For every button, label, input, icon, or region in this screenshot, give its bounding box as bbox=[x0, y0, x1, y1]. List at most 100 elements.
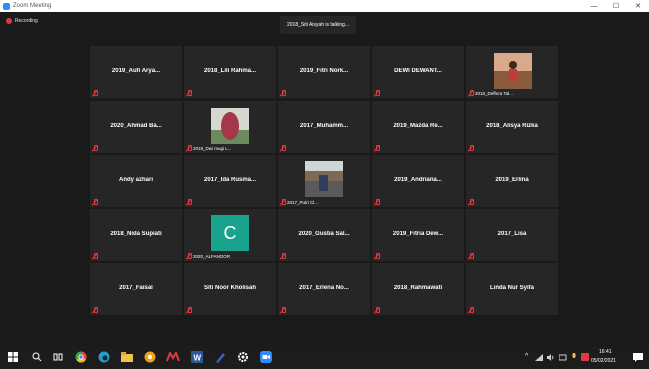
windows-taskbar: W ^ 16:41 05/02/2021 bbox=[0, 346, 649, 369]
recording-icon bbox=[6, 18, 12, 24]
participant-tile[interactable]: 2017_Erlena No... bbox=[278, 263, 370, 315]
participant-tile[interactable]: 2019_Fitri Nork... bbox=[278, 46, 370, 98]
participant-tile[interactable]: 2019_Mazda Re... bbox=[372, 101, 464, 153]
participant-tile[interactable]: 2017_Putri Cl... bbox=[278, 155, 370, 207]
participant-tile[interactable]: DEWI DEWANT... bbox=[372, 46, 464, 98]
participant-name: 2018_Lili Rahma... bbox=[203, 68, 257, 74]
window-titlebar: Zoom Meeting — ☐ ✕ bbox=[0, 0, 649, 12]
participant-name: 2019_Fitri Nork... bbox=[299, 68, 349, 74]
maximize-button[interactable]: ☐ bbox=[605, 0, 627, 12]
participant-tile[interactable]: 2019_Erlina bbox=[466, 155, 558, 207]
participant-name: 2020_Gustia Sal... bbox=[298, 231, 350, 237]
muted-mic-icon bbox=[186, 199, 192, 205]
word-icon[interactable]: W bbox=[190, 350, 204, 364]
muted-mic-icon bbox=[374, 145, 380, 151]
participant-tile[interactable]: 2018_Nida Supiati bbox=[90, 209, 182, 261]
battery-icon[interactable] bbox=[559, 354, 567, 361]
participant-name: 2019_Fitria Dew... bbox=[392, 231, 444, 237]
minimize-button[interactable]: — bbox=[583, 0, 605, 12]
profile-photo bbox=[305, 161, 343, 197]
participant-name: 2017_Erlena No... bbox=[299, 285, 349, 291]
muted-mic-icon bbox=[280, 145, 286, 151]
participant-tile[interactable]: C 2020_ALFANOOR bbox=[184, 209, 276, 261]
meeting-area: Recording 2018_Siti Aisyah is talking...… bbox=[0, 12, 649, 346]
participant-tile[interactable]: 2018_Alisya Rizka bbox=[466, 101, 558, 153]
zoom-app-icon bbox=[3, 2, 10, 10]
muted-mic-icon bbox=[186, 253, 192, 259]
muted-mic-icon bbox=[468, 199, 474, 205]
clock-date[interactable]: 05/02/2021 bbox=[591, 358, 616, 364]
recording-label: Recording bbox=[15, 18, 38, 24]
muted-mic-icon bbox=[92, 90, 98, 96]
participant-tile[interactable]: 2017_Ida Rusma... bbox=[184, 155, 276, 207]
participant-tile[interactable]: 2018_Rahmawati bbox=[372, 263, 464, 315]
muted-mic-icon bbox=[374, 199, 380, 205]
participant-tile[interactable]: 2018_Deffera Tal... bbox=[466, 46, 558, 98]
muted-mic-icon bbox=[374, 90, 380, 96]
participant-name: 2019_Aufi Arya... bbox=[111, 68, 161, 74]
participant-name: 2019_Erlina bbox=[495, 177, 529, 183]
notification-app-icon[interactable] bbox=[581, 353, 589, 361]
participant-tile[interactable]: 2017_Lisa bbox=[466, 209, 558, 261]
settings-icon[interactable] bbox=[236, 350, 250, 364]
participant-tile[interactable]: 2019_Fitria Dew... bbox=[372, 209, 464, 261]
participant-tile[interactable]: 2017_Muhamm... bbox=[278, 101, 370, 153]
windows-start-icon[interactable] bbox=[6, 350, 20, 364]
volume-icon[interactable] bbox=[547, 354, 555, 361]
network-icon[interactable] bbox=[535, 354, 543, 361]
participant-tile[interactable]: 2020_Gustia Sal... bbox=[278, 209, 370, 261]
recording-indicator[interactable]: Recording bbox=[6, 18, 38, 24]
profile-photo bbox=[494, 53, 532, 89]
window-controls: — ☐ ✕ bbox=[583, 0, 649, 12]
chrome-icon[interactable] bbox=[74, 350, 88, 364]
muted-mic-icon bbox=[92, 307, 98, 313]
participant-tile[interactable]: 2018_Lili Rahma... bbox=[184, 46, 276, 98]
participant-tile[interactable]: 2019_Dwi mugi L... bbox=[184, 101, 276, 153]
muted-mic-icon bbox=[468, 307, 474, 313]
participant-name: DEWI DEWANT... bbox=[394, 68, 442, 74]
participant-name: Linda Nur Syifa bbox=[489, 285, 534, 291]
participant-tile[interactable]: Andy azhari bbox=[90, 155, 182, 207]
participant-name: 2019_Mazda Re... bbox=[393, 123, 443, 129]
file-explorer-icon[interactable] bbox=[120, 350, 134, 364]
participant-name: 2018_Deffera Tal... bbox=[475, 91, 513, 96]
muted-mic-icon bbox=[468, 145, 474, 151]
avatar: C bbox=[211, 215, 249, 251]
svg-text:W: W bbox=[194, 354, 202, 363]
participant-name: 2019_Dwi mugi L... bbox=[193, 146, 232, 151]
close-button[interactable]: ✕ bbox=[627, 0, 649, 12]
muted-mic-icon bbox=[92, 145, 98, 151]
task-view-icon[interactable] bbox=[51, 350, 65, 364]
participant-name: 2017_Muhamm... bbox=[299, 123, 349, 129]
microphone-icon[interactable] bbox=[571, 353, 577, 361]
participant-name: 2017_Ida Rusma... bbox=[203, 177, 257, 183]
system-tray: ^ 16:41 05/02/2021 bbox=[519, 346, 649, 369]
app-icon[interactable] bbox=[166, 350, 180, 364]
pen-icon[interactable] bbox=[213, 350, 227, 364]
profile-photo bbox=[211, 108, 249, 144]
participant-tile[interactable]: 2020_Ahmad Ba... bbox=[90, 101, 182, 153]
muted-mic-icon bbox=[280, 253, 286, 259]
participant-tile[interactable]: Linda Nur Syifa bbox=[466, 263, 558, 315]
participant-tile[interactable]: 2019_Aufi Arya... bbox=[90, 46, 182, 98]
chromium-icon[interactable] bbox=[143, 350, 157, 364]
muted-mic-icon bbox=[186, 90, 192, 96]
participant-tile[interactable]: Siti Noor Kholisah bbox=[184, 263, 276, 315]
muted-mic-icon bbox=[374, 307, 380, 313]
participant-name: 2017_Faisal bbox=[119, 285, 153, 291]
participant-name: 2018_Nida Supiati bbox=[110, 231, 162, 237]
participant-tile[interactable]: 2017_Faisal bbox=[90, 263, 182, 315]
muted-mic-icon bbox=[280, 199, 286, 205]
participant-name: 2020_Ahmad Ba... bbox=[110, 123, 162, 129]
chevron-up-icon[interactable]: ^ bbox=[525, 353, 528, 360]
muted-mic-icon bbox=[92, 199, 98, 205]
clock-time[interactable]: 16:41 bbox=[599, 349, 612, 355]
search-icon[interactable] bbox=[30, 350, 44, 364]
window-title: Zoom Meeting bbox=[13, 3, 52, 9]
participant-name: 2017_Putri Cl... bbox=[287, 200, 319, 205]
edge-icon[interactable] bbox=[97, 350, 111, 364]
zoom-icon[interactable] bbox=[259, 350, 273, 364]
participant-tile[interactable]: 2019_Andriana... bbox=[372, 155, 464, 207]
muted-mic-icon bbox=[374, 253, 380, 259]
action-center-icon[interactable] bbox=[633, 353, 643, 362]
